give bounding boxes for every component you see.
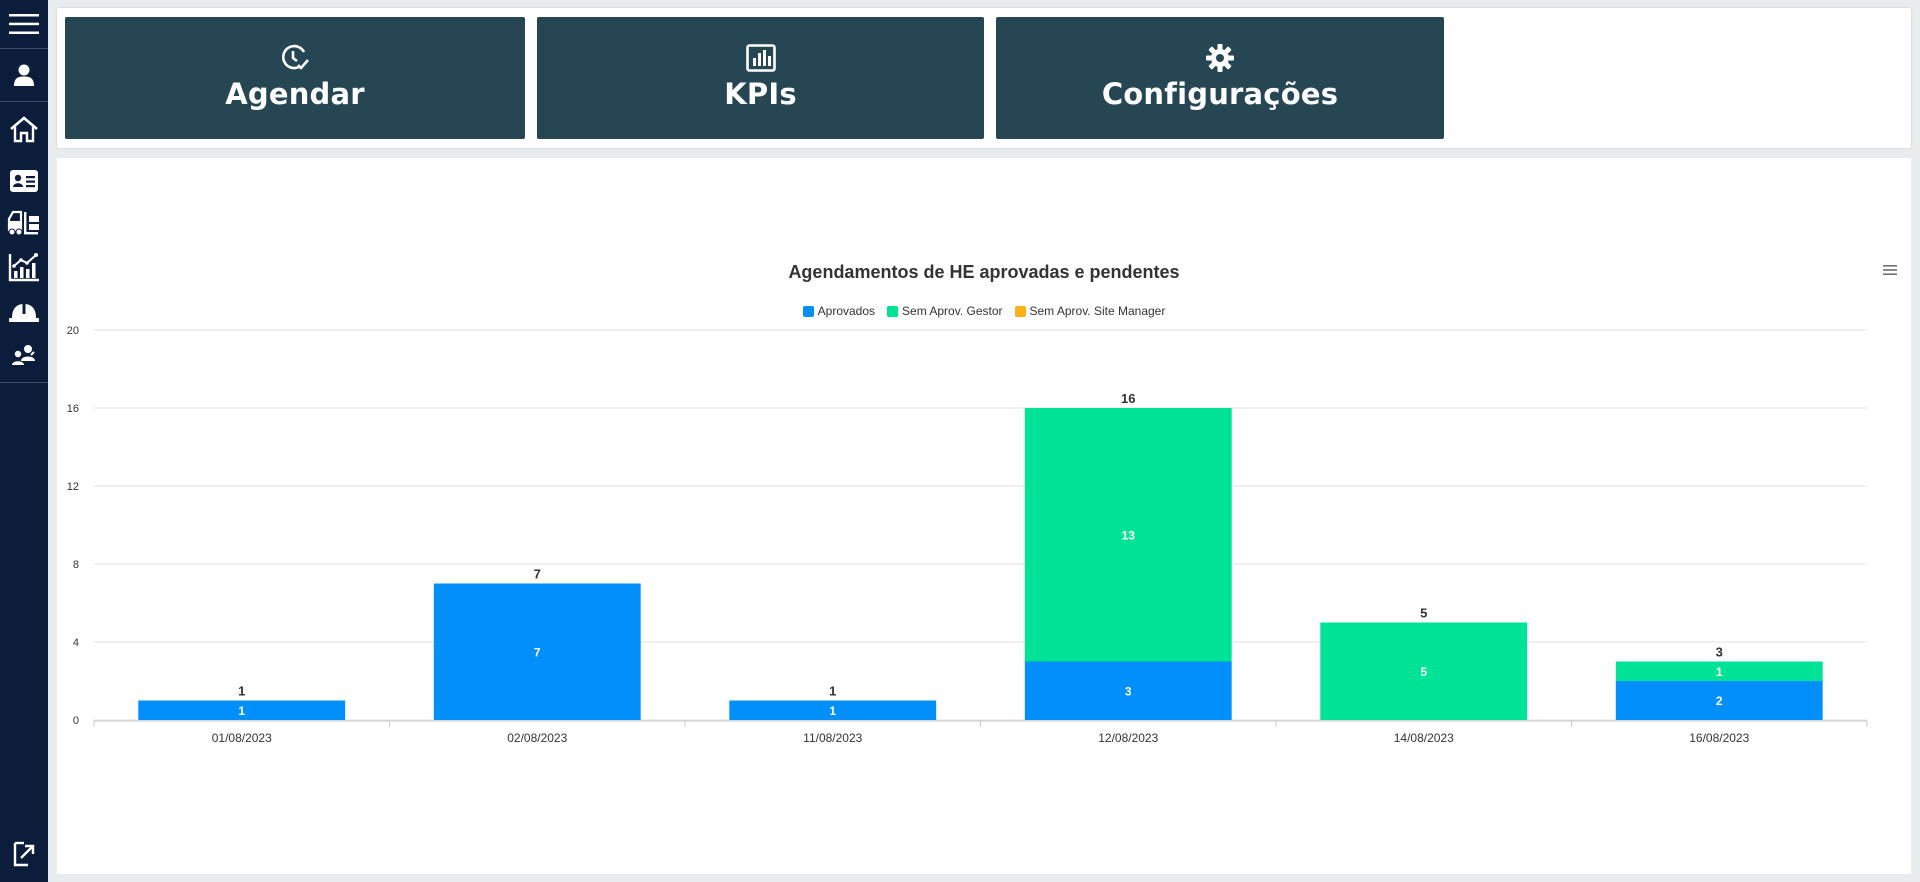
bar-total-label: 7 xyxy=(534,567,541,582)
legend-label: Aprovados xyxy=(817,304,876,318)
legend-swatch xyxy=(887,305,899,317)
legend-swatch xyxy=(802,305,814,317)
hamburger-menu-icon[interactable] xyxy=(0,6,48,42)
x-category-label: 02/08/2023 xyxy=(507,731,567,745)
legend-item-sem-aprov-site-manager[interactable]: Sem Aprov. Site Manager xyxy=(1014,304,1166,318)
bar-total-label: 16 xyxy=(1121,391,1135,406)
people-icon[interactable] xyxy=(0,340,48,370)
y-tick-label: 20 xyxy=(67,325,79,337)
agendar-button[interactable]: Agendar xyxy=(65,17,525,139)
hard-hat-icon[interactable] xyxy=(0,298,48,328)
bar-data-label: 5 xyxy=(1420,665,1427,679)
legend-label: Sem Aprov. Gestor xyxy=(902,304,1003,318)
bar-chart-icon xyxy=(745,43,776,73)
configuracoes-label: Configurações xyxy=(1101,77,1339,111)
bar-data-label: 1 xyxy=(829,704,836,718)
bar-data-label: 7 xyxy=(534,645,541,659)
home-icon[interactable] xyxy=(0,112,48,146)
chart-line-icon[interactable] xyxy=(0,250,48,284)
chart-title: Agendamentos de HE aprovadas e pendentes xyxy=(788,262,1180,282)
id-card-icon[interactable] xyxy=(0,166,48,196)
top-action-bar: Agendar KPIs Configurações xyxy=(57,8,1911,148)
kpis-button[interactable]: KPIs xyxy=(537,17,984,139)
x-category-label: 01/08/2023 xyxy=(212,731,272,745)
configuracoes-button[interactable]: Configurações xyxy=(996,17,1444,139)
chart-legend: Aprovados Sem Aprov. Gestor Sem Aprov. S… xyxy=(57,304,1911,318)
bar-data-label: 13 xyxy=(1122,528,1136,542)
bar-total-label: 1 xyxy=(829,684,836,699)
y-tick-label: 0 xyxy=(73,715,79,727)
legend-label: Sem Aprov. Site Manager xyxy=(1029,304,1166,318)
y-tick-label: 16 xyxy=(67,403,79,415)
bar-total-label: 5 xyxy=(1420,606,1427,621)
chart-panel: 0 4 8 12 16 20 1 1 01/08/2023 7 7 02/08/2023 1 1 11/08… xyxy=(57,158,1911,874)
y-tick-label: 12 xyxy=(67,481,79,493)
x-category-label: 12/08/2023 xyxy=(1098,731,1158,745)
clock-check-icon xyxy=(280,43,310,73)
sidebar xyxy=(0,0,48,882)
y-tick-label: 8 xyxy=(73,559,79,571)
legend-item-sem-aprov-gestor[interactable]: Sem Aprov. Gestor xyxy=(887,304,1003,318)
logout-icon[interactable] xyxy=(0,839,48,869)
legend-swatch xyxy=(1014,305,1026,317)
legend-item-aprovados[interactable]: Aprovados xyxy=(802,304,876,318)
bar-data-label: 2 xyxy=(1716,694,1723,708)
bar-total-label: 1 xyxy=(238,684,245,699)
forklift-icon[interactable] xyxy=(0,208,48,238)
kpis-label: KPIs xyxy=(724,77,797,111)
x-category-label: 11/08/2023 xyxy=(803,731,862,745)
agendar-label: Agendar xyxy=(225,77,365,111)
bar-total-label: 3 xyxy=(1716,645,1723,660)
gear-icon xyxy=(1205,43,1235,73)
chart-menu-icon[interactable] xyxy=(1881,262,1899,278)
bar-data-label: 1 xyxy=(1716,665,1723,679)
x-category-label: 16/08/2023 xyxy=(1689,731,1749,745)
bar-data-label: 1 xyxy=(238,704,245,718)
bar-data-label: 3 xyxy=(1125,684,1132,698)
y-tick-label: 4 xyxy=(73,637,79,649)
user-icon[interactable] xyxy=(0,60,48,90)
x-category-label: 14/08/2023 xyxy=(1394,731,1454,745)
